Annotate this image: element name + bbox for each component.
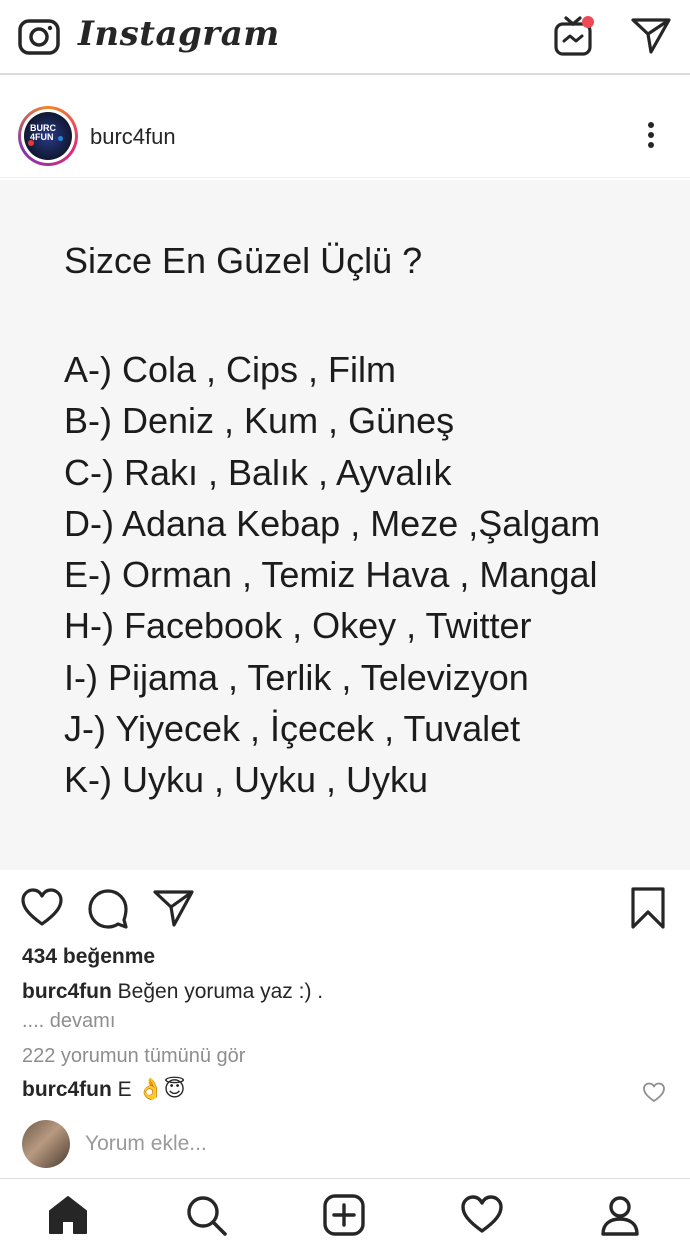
comment-username[interactable]: burc4fun bbox=[22, 1078, 112, 1101]
direct-message-icon[interactable] bbox=[630, 14, 672, 56]
option-line: D-) Adana Kebap , Meze ,Şalgam bbox=[64, 502, 601, 544]
option-line: I-) Pijama , Terlik , Televizyon bbox=[64, 656, 529, 698]
post-image-title: Sizce En Güzel Üçlü ? bbox=[64, 240, 423, 281]
caption-username[interactable]: burc4fun bbox=[22, 980, 112, 1003]
like-count[interactable]: 434 beğenme bbox=[22, 945, 155, 969]
more-options-icon[interactable] bbox=[640, 118, 662, 152]
activity-heart-icon[interactable] bbox=[460, 1193, 504, 1237]
camera-icon[interactable] bbox=[18, 16, 60, 56]
profile-icon[interactable] bbox=[598, 1193, 642, 1237]
igtv-icon[interactable] bbox=[552, 14, 596, 58]
caption-text: Beğen yoruma yaz :) . bbox=[111, 980, 324, 1003]
user-avatar[interactable]: BURC 4FUN bbox=[18, 106, 78, 166]
like-heart-icon[interactable] bbox=[20, 886, 64, 930]
option-line: J-) Yiyecek , İçecek , Tuvalet bbox=[64, 708, 521, 750]
add-comment-input[interactable]: Yorum ekle... bbox=[85, 1132, 207, 1156]
option-line: E-) Orman , Temiz Hava , Mangal bbox=[64, 554, 598, 596]
notification-dot bbox=[582, 16, 594, 28]
add-comment-row: Yorum ekle... bbox=[0, 1118, 690, 1170]
share-icon[interactable] bbox=[152, 886, 196, 930]
option-line: H-) Facebook , Okey , Twitter bbox=[64, 605, 532, 647]
app-logo: Instagram bbox=[78, 14, 280, 54]
post-actions bbox=[0, 880, 690, 936]
comment-icon[interactable] bbox=[86, 886, 130, 930]
comment-like-icon[interactable] bbox=[642, 1080, 666, 1104]
post-caption: burc4fun Beğen yoruma yaz :) . bbox=[22, 980, 323, 1004]
post-header: BURC 4FUN burc4fun bbox=[0, 92, 690, 178]
more-link[interactable]: .... devamı bbox=[22, 1010, 115, 1033]
post-image[interactable]: Sizce En Güzel Üçlü ? A-) Cola , Cips , … bbox=[0, 180, 690, 870]
post-username[interactable]: burc4fun bbox=[90, 124, 176, 150]
home-icon[interactable] bbox=[46, 1193, 90, 1237]
new-post-icon[interactable] bbox=[322, 1193, 366, 1237]
comment-text: E 👌😇 bbox=[111, 1078, 186, 1101]
avatar-text: BURC 4FUN bbox=[30, 123, 56, 142]
bottom-navigation bbox=[0, 1178, 690, 1244]
view-all-comments-link[interactable]: 222 yorumun tümünü gör bbox=[22, 1045, 245, 1068]
option-line: B-) Deniz , Kum , Güneş bbox=[64, 400, 455, 442]
search-icon[interactable] bbox=[184, 1193, 228, 1237]
current-user-avatar bbox=[22, 1120, 70, 1168]
top-bar: Instagram bbox=[0, 0, 690, 75]
option-line: A-) Cola , Cips , Film bbox=[64, 349, 397, 390]
post-image-options: A-) Cola , Cips , Film B-) Deniz , Kum ,… bbox=[64, 344, 600, 806]
comment-row: burc4fun E 👌😇 bbox=[22, 1077, 186, 1102]
save-bookmark-icon[interactable] bbox=[626, 886, 670, 930]
option-line: K-) Uyku , Uyku , Uyku bbox=[64, 759, 429, 801]
option-line: C-) Rakı , Balık , Ayvalık bbox=[64, 451, 452, 493]
